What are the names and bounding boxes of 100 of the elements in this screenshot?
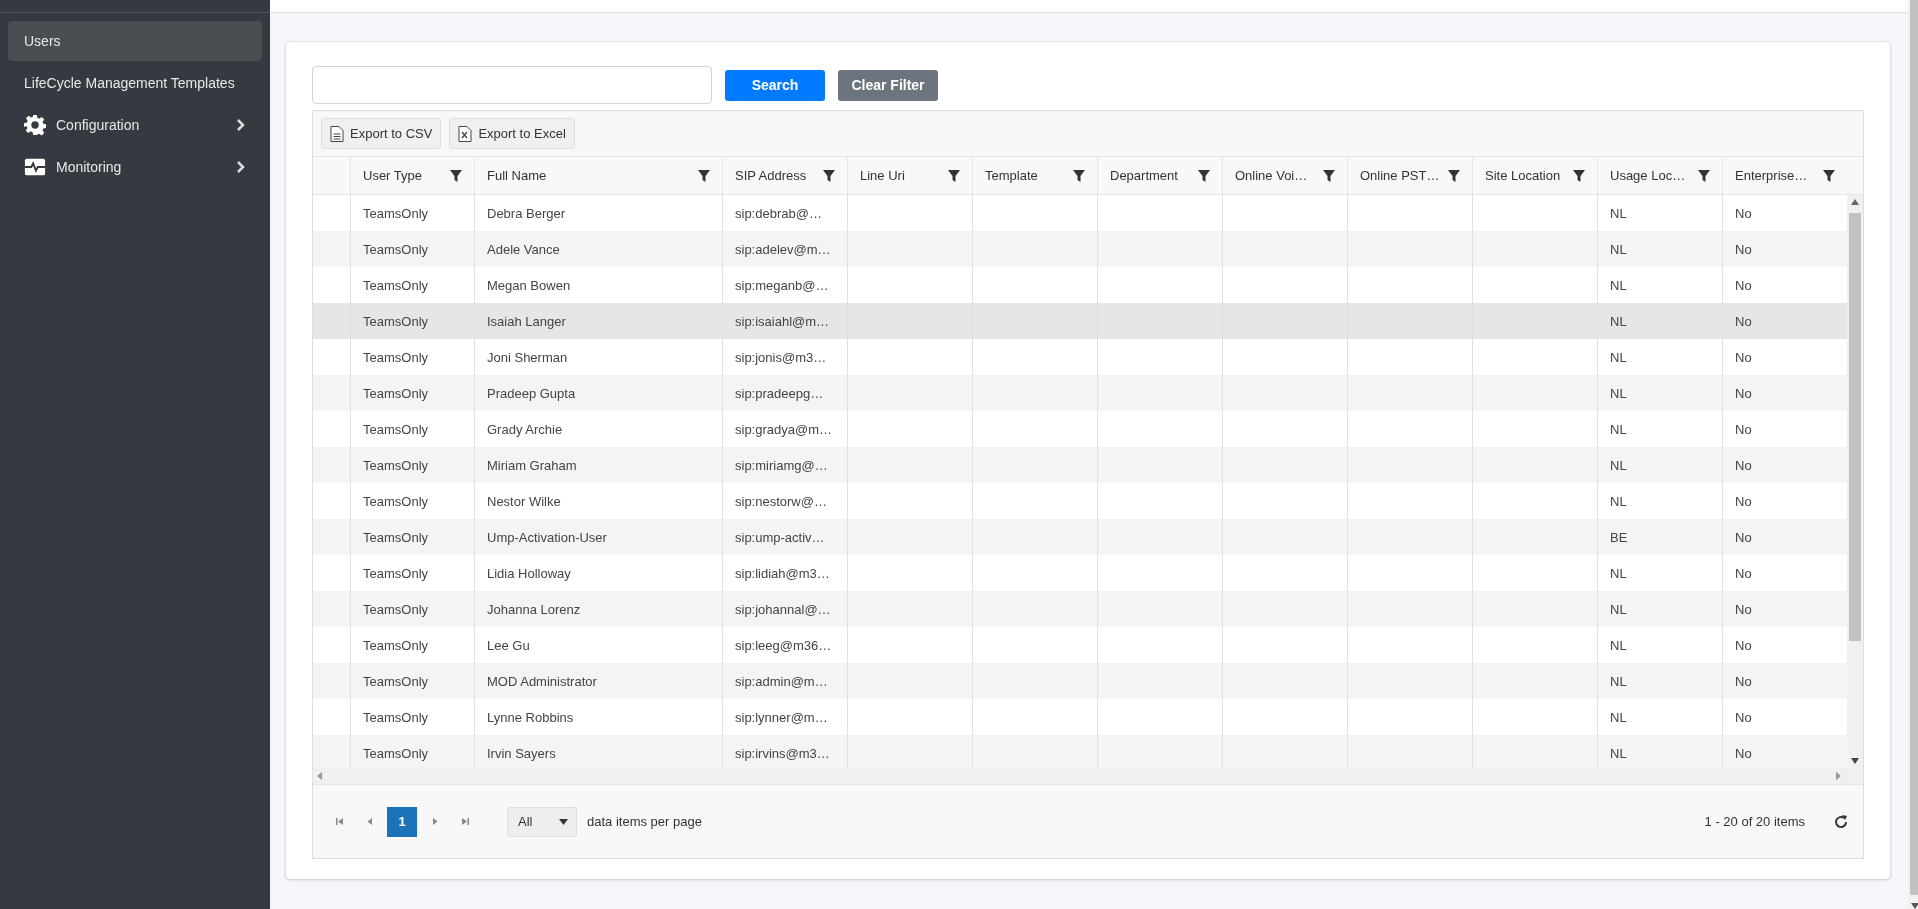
vertical-scrollbar[interactable]	[1847, 195, 1863, 768]
table-cell: NL	[1610, 205, 1627, 221]
column-header[interactable]: Usage Loc…	[1610, 168, 1686, 183]
column-header[interactable]: SIP Address	[735, 168, 807, 183]
table-row[interactable]: TeamsOnly Ump-Activation-User sip:ump-activ… BE No	[313, 519, 1847, 555]
table-cell: No	[1735, 385, 1752, 401]
table-row[interactable]: TeamsOnly Pradeep Gupta sip:pradeepg… NL No	[313, 375, 1847, 411]
filter-icon[interactable]	[1573, 169, 1585, 182]
filter-icon[interactable]	[1448, 169, 1460, 182]
table-cell: sip:ump-activ…	[735, 529, 825, 545]
table-cell: NL	[1610, 745, 1627, 761]
sidebar-item[interactable]: Monitoring	[8, 147, 262, 187]
gear-icon	[24, 114, 46, 136]
table-cell: NL	[1610, 385, 1627, 401]
table-cell: Lynne Robbins	[487, 709, 574, 725]
excel-file-icon	[458, 125, 473, 142]
table-cell: sip:isaiahl@m…	[735, 313, 830, 329]
table-cell: No	[1735, 241, 1752, 257]
sidebar-item[interactable]: LifeCycle Management Templates	[8, 63, 262, 103]
table-cell: TeamsOnly	[363, 529, 429, 545]
table-row[interactable]: TeamsOnly Adele Vance sip:adelev@m… NL No	[313, 231, 1847, 267]
table-cell: Debra Berger	[487, 205, 566, 221]
caret-icon	[559, 818, 568, 825]
table-cell: Grady Archie	[487, 421, 563, 437]
filter-icon[interactable]	[1073, 169, 1085, 182]
table-row[interactable]: TeamsOnly Isaiah Langer sip:isaiahl@m… NL No	[313, 303, 1847, 339]
scroll-up-arrow-icon[interactable]	[1851, 199, 1859, 205]
table-cell: NL	[1610, 493, 1627, 509]
table-cell: No	[1735, 457, 1752, 473]
column-header[interactable]: Online PST…	[1360, 168, 1440, 183]
column-header[interactable]: Department	[1110, 168, 1178, 183]
clear-filter-button[interactable]: Clear Filter	[838, 69, 938, 101]
filter-icon[interactable]	[1323, 169, 1335, 182]
table-cell: sip:pradeepg…	[735, 385, 824, 401]
export-csv-button[interactable]: Export to CSV	[321, 118, 442, 149]
table-cell: TeamsOnly	[363, 349, 429, 365]
table-cell: TeamsOnly	[363, 421, 429, 437]
chevron-right-icon	[236, 119, 246, 131]
table-cell: Joni Sherman	[487, 349, 568, 365]
column-header[interactable]: Online Voi…	[1235, 168, 1308, 183]
refresh-icon[interactable]	[1833, 813, 1849, 830]
table-cell: sip:admin@m…	[735, 673, 828, 689]
column-header[interactable]: Site Location	[1485, 168, 1561, 183]
scroll-down-arrow-icon[interactable]	[1911, 903, 1918, 909]
table-cell: sip:adelev@m…	[735, 241, 831, 257]
page-size-dropdown[interactable]: All	[507, 806, 577, 837]
filter-icon[interactable]	[450, 169, 462, 182]
table-cell: MOD Administrator	[487, 673, 597, 689]
table-cell: No	[1735, 673, 1752, 689]
filter-icon[interactable]	[948, 169, 960, 182]
table-cell: sip:lidiah@m3…	[735, 565, 830, 581]
search-button[interactable]: Search	[725, 69, 825, 101]
column-header[interactable]: Line Uri	[860, 168, 905, 183]
scroll-down-arrow-icon[interactable]	[1851, 758, 1859, 764]
filter-icon[interactable]	[1198, 169, 1210, 182]
triangle-right-icon	[430, 817, 440, 826]
filter-icon[interactable]	[823, 169, 835, 182]
table-cell: TeamsOnly	[363, 745, 429, 761]
table-cell: TeamsOnly	[363, 565, 429, 581]
column-header[interactable]: Enterprise…	[1735, 168, 1808, 183]
table-cell: NL	[1610, 709, 1627, 725]
page-size-label: data items per page	[587, 814, 702, 829]
sidebar-item[interactable]: Configuration	[8, 105, 262, 145]
table-cell: TeamsOnly	[363, 205, 429, 221]
table-cell: NL	[1610, 277, 1627, 293]
table-cell: TeamsOnly	[363, 637, 429, 653]
table-cell: NL	[1610, 457, 1627, 473]
table-cell: No	[1735, 205, 1752, 221]
column-header[interactable]: User Type	[363, 168, 422, 183]
table-cell: sip:lynner@m…	[735, 709, 828, 725]
column-header[interactable]: Template	[985, 168, 1038, 183]
table-cell: No	[1735, 601, 1752, 617]
table-cell: Johanna Lorenz	[487, 601, 581, 617]
search-field[interactable]	[312, 66, 712, 104]
table-row[interactable]: TeamsOnly Miriam Graham sip:miriamg@… NL No	[313, 447, 1847, 483]
column-header[interactable]: Full Name	[487, 168, 547, 183]
table-cell: No	[1735, 313, 1752, 329]
table-cell: sip:johannal@…	[735, 601, 831, 617]
sidebar-item[interactable]: Users	[8, 21, 262, 61]
table-cell: Lidia Holloway	[487, 565, 571, 581]
filter-icon[interactable]	[1823, 169, 1835, 182]
table-row[interactable]: TeamsOnly MOD Administrator sip:admin@m… NL No	[313, 663, 1847, 699]
table-row[interactable]: TeamsOnly Johanna Lorenz sip:johannal@… NL No	[313, 591, 1847, 627]
table-cell: TeamsOnly	[363, 601, 429, 617]
page-scrollbar[interactable]	[1908, 0, 1918, 909]
export-excel-button[interactable]: Export to Excel	[449, 118, 575, 149]
filter-icon[interactable]	[1698, 169, 1710, 182]
table-cell: sip:meganb@…	[735, 277, 829, 293]
table-cell: sip:miriamg@…	[735, 457, 828, 473]
table-cell: NL	[1610, 673, 1627, 689]
filter-icon[interactable]	[698, 169, 710, 182]
skip-start-icon	[334, 817, 344, 826]
table-cell: No	[1735, 529, 1752, 545]
document-icon	[330, 125, 344, 142]
table-cell: NL	[1610, 637, 1627, 653]
table-row[interactable]: TeamsOnly Irvin Sayers sip:irvins@m3… NL No	[313, 735, 1847, 768]
table-cell: NL	[1610, 421, 1627, 437]
table-cell: sip:gradya@m…	[735, 421, 832, 437]
table-cell: No	[1735, 565, 1752, 581]
page-button[interactable]: 1	[387, 806, 417, 837]
